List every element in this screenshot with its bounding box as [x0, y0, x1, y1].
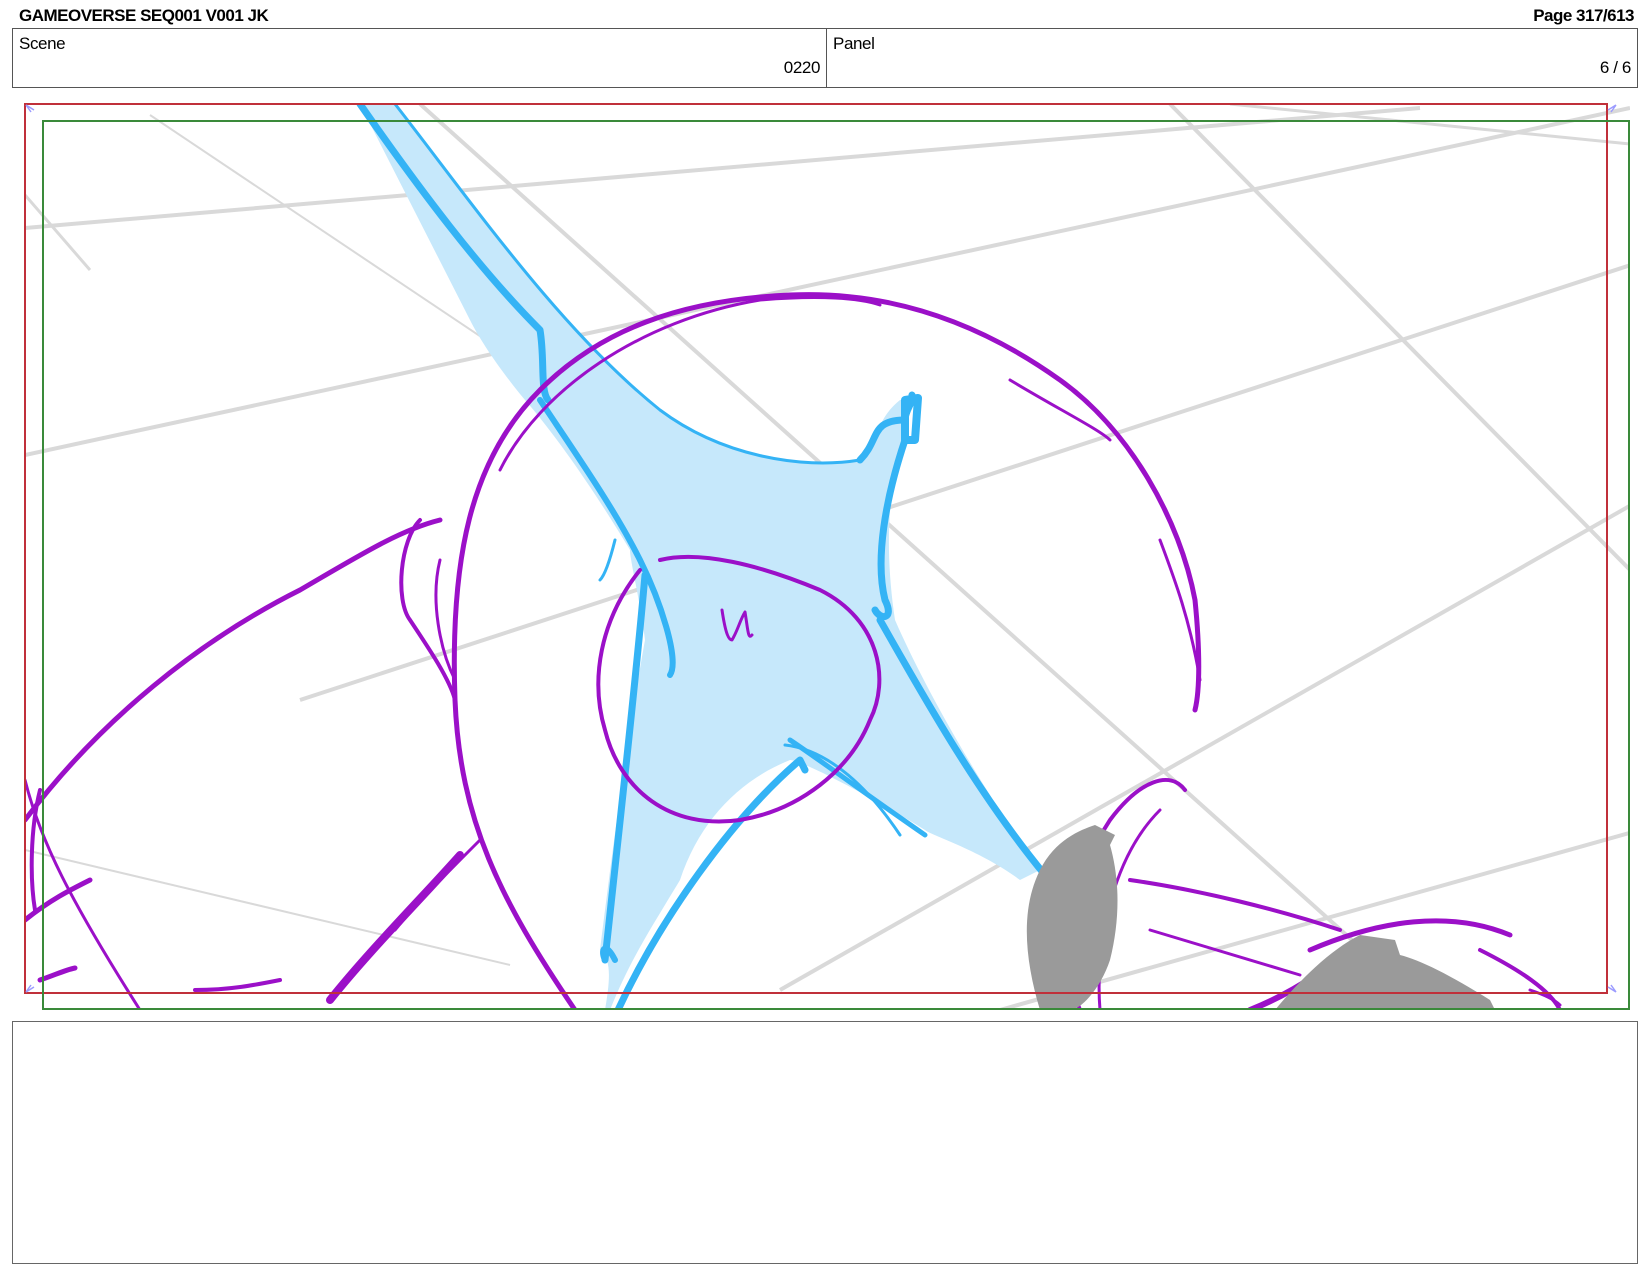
storyboard-panel-artwork: [24, 103, 1630, 1010]
panel-notes-box[interactable]: [12, 1021, 1638, 1264]
shadow-shapes: [1026, 825, 1495, 1010]
